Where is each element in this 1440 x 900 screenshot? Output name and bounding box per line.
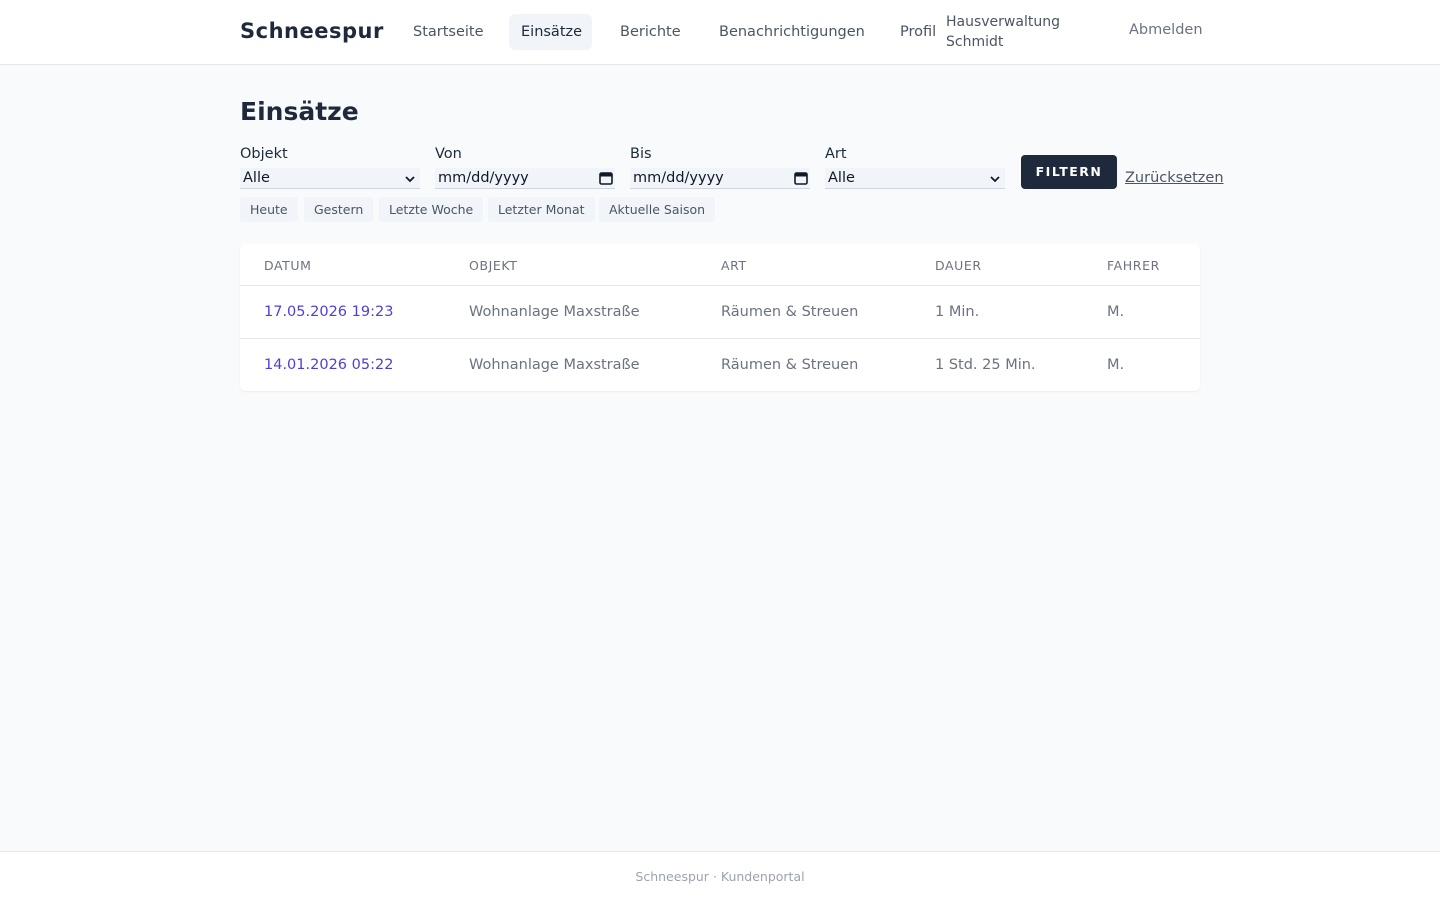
top-navigation: Schneespur Startseite Einsätze Berichte …	[0, 0, 1440, 65]
art-select[interactable]: Alle	[825, 168, 1005, 189]
objekt-select-value: Alle	[243, 170, 270, 186]
filter-button[interactable]: FILTERN	[1021, 155, 1117, 189]
datum-link[interactable]: 17.05.2026 19:23	[264, 304, 393, 320]
dauer-cell: 1 Std. 25 Min.	[935, 357, 1036, 373]
dauer-cell: 1 Min.	[935, 304, 980, 320]
objekt-label: Objekt	[240, 146, 288, 162]
art-cell: Räumen & Streuen	[721, 304, 859, 320]
objekt-cell: Wohnanlage Maxstraße	[469, 304, 640, 320]
objekt-cell: Wohnanlage Maxstraße	[469, 357, 640, 373]
einsaetze-table: DATUM OBJEKT ART DAUER FAHRER 17.05.2026…	[240, 244, 1200, 391]
quick-filter-letzte-woche[interactable]: Letzte Woche	[379, 197, 484, 222]
nav-benachrichtigungen[interactable]: Benachrichtigungen	[707, 14, 877, 50]
nav-berichte[interactable]: Berichte	[608, 14, 693, 50]
column-header-objekt[interactable]: OBJEKT	[469, 258, 517, 273]
page-title: Einsätze	[240, 97, 359, 126]
organization-name: Hausverwaltung Schmidt	[946, 14, 1060, 50]
nav-profil[interactable]: Profil	[888, 14, 948, 50]
table-header: DATUM OBJEKT ART DAUER FAHRER	[240, 244, 1200, 286]
column-header-art[interactable]: ART	[721, 258, 747, 273]
quick-filter-letzter-monat[interactable]: Letzter Monat	[488, 197, 595, 222]
calendar-icon[interactable]	[599, 171, 613, 185]
column-header-datum[interactable]: DATUM	[264, 258, 312, 273]
column-header-dauer[interactable]: DAUER	[935, 258, 982, 273]
calendar-icon[interactable]	[794, 171, 808, 185]
quick-filter-heute[interactable]: Heute	[240, 197, 298, 222]
bis-date-input[interactable]: mm/dd/yyyy	[630, 168, 810, 189]
column-header-fahrer[interactable]: FAHRER	[1107, 258, 1160, 273]
logout-link[interactable]: Abmelden	[1129, 22, 1203, 38]
von-date-input[interactable]: mm/dd/yyyy	[435, 168, 615, 189]
datum-link[interactable]: 14.01.2026 05:22	[264, 357, 393, 373]
art-select-value: Alle	[828, 170, 855, 186]
reset-link[interactable]: Zurücksetzen	[1125, 170, 1224, 186]
table-row[interactable]: 17.05.2026 19:23 Wohnanlage Maxstraße Rä…	[240, 286, 1200, 339]
art-cell: Räumen & Streuen	[721, 357, 859, 373]
von-date-value: mm/dd/yyyy	[438, 170, 529, 186]
objekt-select[interactable]: Alle	[240, 168, 420, 189]
quick-filter-aktuelle-saison[interactable]: Aktuelle Saison	[599, 197, 716, 222]
nav-startseite[interactable]: Startseite	[401, 14, 496, 50]
page-footer: Schneespur · Kundenportal	[0, 851, 1440, 900]
brand-logo[interactable]: Schneespur	[240, 19, 384, 43]
fahrer-cell: M.	[1107, 357, 1125, 373]
bis-date-value: mm/dd/yyyy	[633, 170, 724, 186]
footer-text: Schneespur · Kundenportal	[635, 869, 805, 884]
chevron-down-icon	[990, 176, 1000, 183]
quick-filter-gestern[interactable]: Gestern	[304, 197, 374, 222]
von-label: Von	[435, 146, 462, 162]
table-row[interactable]: 14.01.2026 05:22 Wohnanlage Maxstraße Rä…	[240, 339, 1200, 392]
nav-einsaetze[interactable]: Einsätze	[509, 14, 592, 50]
bis-label: Bis	[630, 146, 652, 162]
fahrer-cell: M.	[1107, 304, 1125, 320]
chevron-down-icon	[405, 176, 415, 183]
art-label: Art	[825, 146, 847, 162]
